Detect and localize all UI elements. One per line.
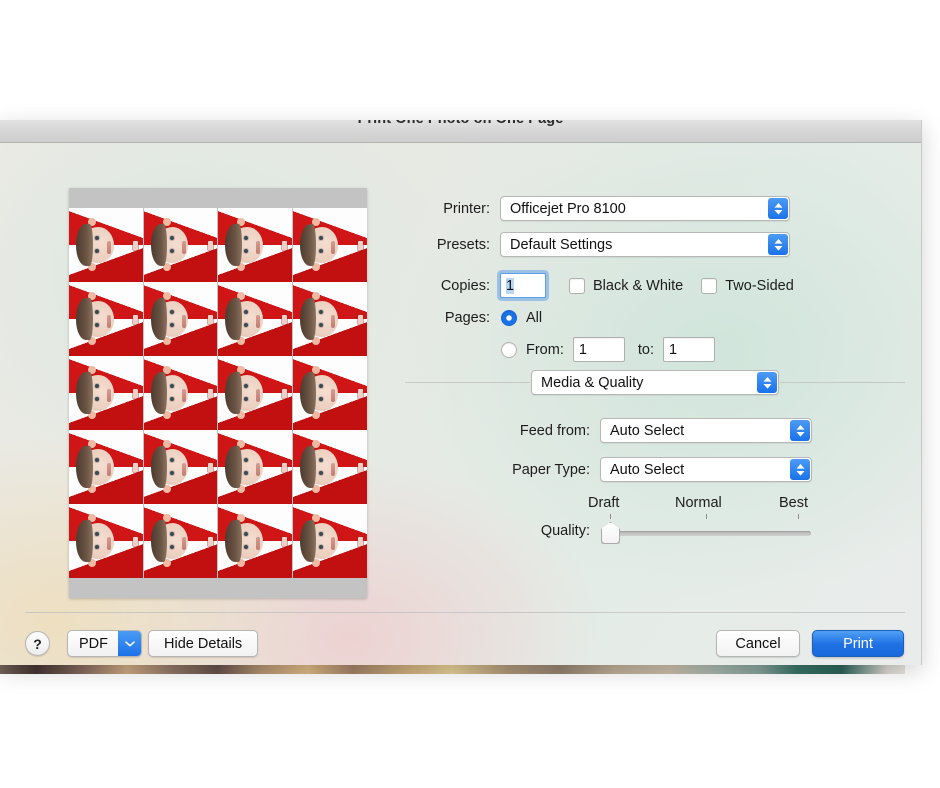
pages-to-value: 1 [668,341,678,358]
print-preview[interactable] [69,188,367,598]
presets-label: Presets: [436,236,490,253]
quality-tick-draft [610,514,611,519]
paper-type-select[interactable]: Auto Select [600,457,812,482]
two-sided-label: Two-Sided [725,277,794,294]
paper-type-label: Paper Type: [512,461,590,478]
print-dialog: Print One Photo on One Page [0,120,922,665]
preview-photo [69,504,144,578]
pages-label: Pages: [444,310,490,326]
quality-tick-normal [706,514,707,519]
quality-tick-label-normal: Normal [675,495,722,511]
printer-label: Printer: [443,200,490,217]
screen: Print One Photo on One Page [0,0,940,788]
two-sided-checkbox[interactable] [701,277,718,294]
help-button[interactable]: ? [25,631,50,656]
presets-value: Default Settings [510,236,613,253]
black-and-white-label: Black & White [593,277,684,294]
hide-details-label: Hide Details [164,635,243,652]
pages-to-label: to: [637,341,654,358]
chevron-down-icon [118,631,141,656]
pages-to-input[interactable]: 1 [662,337,715,362]
print-button[interactable]: Print [812,630,904,657]
chevron-updown-icon [790,420,810,441]
pages-from-label: From: [526,341,564,358]
chevron-updown-icon [790,459,810,480]
preview-photo [218,282,293,356]
chevron-updown-icon [757,372,777,393]
preview-photo [143,430,218,504]
quality-label: Quality: [540,523,590,539]
help-icon: ? [33,635,42,652]
pages-from-value: 1 [578,341,587,358]
pages-all-radio[interactable] [501,310,517,326]
printer-select[interactable]: Officejet Pro 8100 [500,196,790,221]
quality-slider-thumb[interactable] [601,522,620,544]
pdf-button[interactable]: PDF [67,630,142,657]
quality-tick-label-best: Best [779,495,809,511]
copies-row: Copies: 1 Black & White Two-Sided [380,273,794,298]
paper-type-row: Paper Type: Auto Select [380,457,812,482]
preview-photo [292,356,367,430]
quality-slider-track[interactable] [602,531,811,536]
preview-photo [218,430,293,504]
preview-photo-grid [69,208,367,578]
presets-select[interactable]: Default Settings [500,232,790,257]
pane-select[interactable]: Media & Quality [531,370,779,395]
pane-value: Media & Quality [541,374,644,391]
feed-from-value: Auto Select [610,422,685,439]
preview-photo [143,208,218,282]
pages-all-label: All [526,310,543,326]
pane-separator-right [780,382,905,383]
feed-from-row: Feed from: Auto Select [380,418,812,443]
black-and-white-checkbox[interactable] [569,277,585,294]
chevron-updown-icon [768,234,788,255]
pages-range-radio[interactable] [501,341,517,358]
preview-photo [69,282,144,356]
quality-tick-label-draft: Draft [588,495,620,511]
pdf-label: PDF [79,635,108,652]
hide-details-button[interactable]: Hide Details [148,630,259,657]
preview-photo [292,208,367,282]
dialog-body: Printer: Officejet Pro 8100 Presets: Def… [0,143,921,665]
pages-from-input[interactable]: 1 [572,337,625,362]
preview-photo [292,504,367,578]
preview-photo [218,208,293,282]
preview-photo [218,356,293,430]
preview-photo [292,430,367,504]
dialog-titlebar[interactable]: Print One Photo on One Page [0,120,921,143]
preview-photo [143,504,218,578]
paper-type-value: Auto Select [610,461,685,478]
printer-row: Printer: Officejet Pro 8100 [380,196,790,221]
preview-photo [69,208,144,282]
print-label: Print [843,635,873,652]
preview-photo [218,504,293,578]
copies-input[interactable]: 1 [500,273,546,298]
preview-photo [143,282,218,356]
quality-tick-best [798,514,799,519]
dialog-title: Print One Photo on One Page [0,120,921,127]
feed-from-select[interactable]: Auto Select [600,418,812,443]
presets-row: Presets: Default Settings [380,232,790,257]
preview-photo [143,356,218,430]
copies-value: 1 [506,277,515,294]
preview-photo [69,356,144,430]
pages-range-row: From: 1 to: 1 [380,337,715,362]
feed-from-label: Feed from: [519,422,590,439]
preview-photo [292,282,367,356]
cancel-label: Cancel [735,635,781,652]
copies-label: Copies: [440,277,490,294]
preview-photo [69,430,144,504]
footer-separator [25,612,905,613]
pane-separator-left [405,382,530,383]
printer-value: Officejet Pro 8100 [510,200,626,217]
chevron-updown-icon [768,198,788,219]
cancel-button[interactable]: Cancel [716,630,800,657]
pages-all-row: Pages: All [380,310,542,326]
